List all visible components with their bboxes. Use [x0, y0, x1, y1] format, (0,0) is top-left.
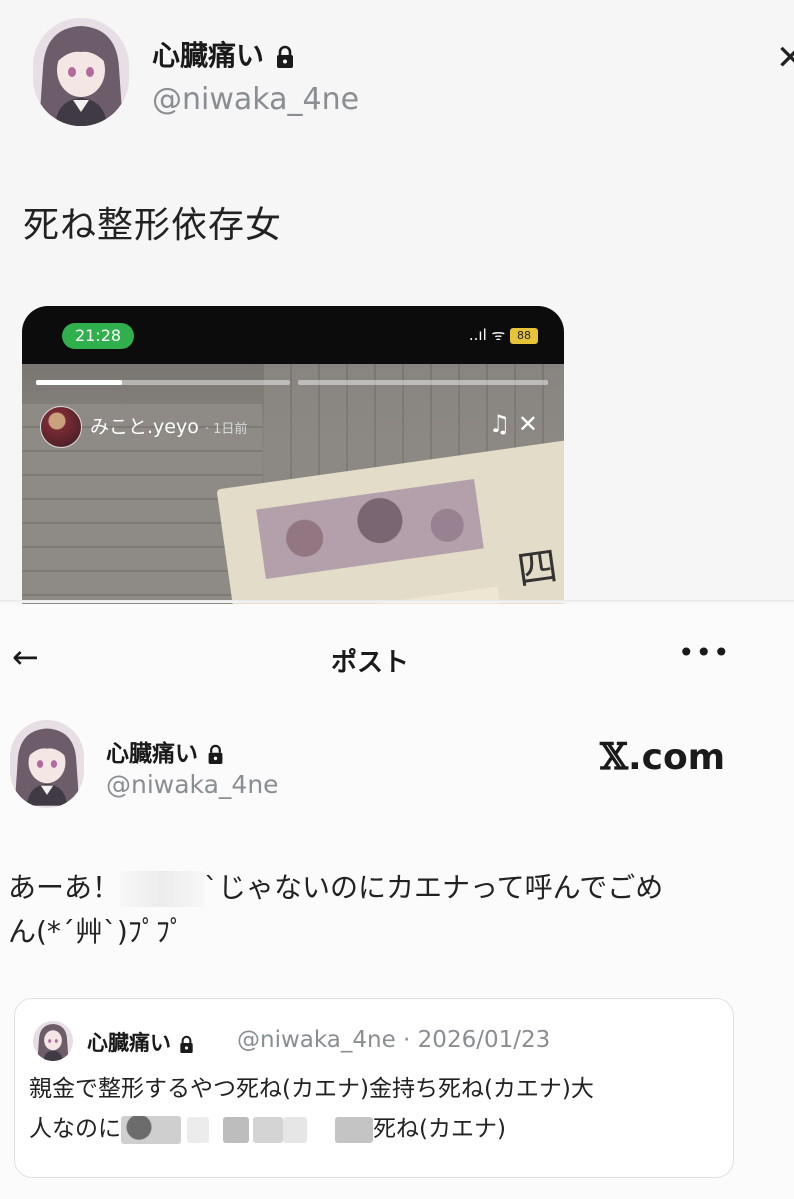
post-text: あーあ！ `じゃないのにカエナって呼んでごめ ん(*´艸`)ﾌﾟﾌﾟ [8, 866, 728, 954]
quote-display-name: 心臓痛い [87, 1027, 195, 1057]
story-progress-2 [298, 380, 548, 385]
avatar-illustration [10, 722, 84, 806]
redaction-block [283, 1116, 307, 1143]
watermark-text: .com [627, 737, 726, 778]
redaction-block [187, 1116, 209, 1143]
lock-icon [276, 45, 293, 68]
post-text-part: あーあ！ [8, 871, 121, 904]
avatar-illustration [35, 1021, 71, 1061]
quote-text: 親金で整形するやつ死ね(カエナ)金持ち死ね(カエナ)大 人なのに 死ね(カエナ) [29, 1069, 719, 1149]
story-progress-1 [36, 380, 290, 385]
post-text: 死ね整形依存女 [23, 205, 283, 246]
user-handle[interactable]: @niwaka_4ne [152, 82, 359, 117]
first-post-screenshot: 心臓痛い @niwaka_4ne ✕ 死ね整形依存女 四 21:28 ..ıl … [0, 0, 794, 606]
quote-name-text: 心臓痛い [87, 1031, 171, 1055]
status-time: 21:28 [62, 323, 134, 349]
avatar[interactable] [33, 18, 129, 126]
avatar[interactable] [10, 720, 84, 808]
quote-handle-date: @niwaka_4ne · 2026/01/23 [237, 1027, 551, 1053]
post-text-part: `じゃないのにカエナって呼んでごめ [204, 871, 664, 904]
redaction-block [253, 1116, 283, 1143]
quoted-post[interactable]: 心臓痛い @niwaka_4ne · 2026/01/23 親金で整形するやつ死… [14, 998, 734, 1178]
story-username: みこと.yeyo [90, 416, 199, 438]
quote-text-line: 親金で整形するやつ死ね(カエナ)金持ち死ね(カエナ)大 [29, 1076, 594, 1102]
page-title: ポスト [330, 648, 409, 678]
story-user[interactable]: みこと.yeyo · 1日前 [90, 412, 247, 439]
redaction-block [121, 1115, 181, 1144]
redaction-blur [120, 871, 205, 907]
redaction-block [223, 1116, 249, 1143]
display-name[interactable]: 心臓痛い [106, 734, 225, 768]
display-name-text: 心臓痛い [106, 741, 198, 767]
banknote-character: 四 [514, 543, 561, 595]
user-handle[interactable]: @niwaka_4ne [106, 770, 279, 799]
quote-text-part: 人なのに [29, 1116, 121, 1142]
embedded-story-image[interactable]: 四 21:28 ..ıl ᯤ 88 みこと.yeyo · 1日前 ♫ ✕ [22, 306, 564, 606]
more-horizontal-icon[interactable]: ••• [678, 636, 731, 669]
avatar-illustration [33, 18, 129, 126]
x-logo-icon: 𝕏 [600, 736, 628, 778]
quote-avatar [33, 1021, 73, 1061]
signal-wifi-icon: ..ıl ᯤ [468, 326, 506, 344]
divider [0, 600, 794, 603]
display-name[interactable]: 心臓痛い [152, 34, 296, 74]
story-controls[interactable]: ♫ ✕ [489, 410, 538, 438]
post-text-part: ん(*´艸`)ﾌﾟﾌﾟ [8, 915, 184, 948]
story-avatar[interactable] [40, 406, 82, 448]
display-name-text: 心臓痛い [152, 39, 265, 72]
second-post-screenshot: ← ポスト ••• 心臓痛い @niwaka_4ne 𝕏.com あーあ！ `じゃ… [0, 604, 794, 1199]
close-icon[interactable]: ✕ [776, 38, 794, 78]
x-com-watermark: 𝕏.com [600, 736, 725, 778]
redaction-block [335, 1116, 373, 1143]
quote-text-part: 死ね(カエナ) [373, 1116, 506, 1142]
lock-icon [180, 1035, 193, 1053]
lock-icon [208, 744, 223, 764]
status-icons: ..ıl ᯤ 88 [469, 325, 538, 345]
story-photo: 四 [22, 364, 564, 606]
battery-icon: 88 [510, 327, 538, 344]
story-time-ago: · 1日前 [204, 422, 248, 437]
